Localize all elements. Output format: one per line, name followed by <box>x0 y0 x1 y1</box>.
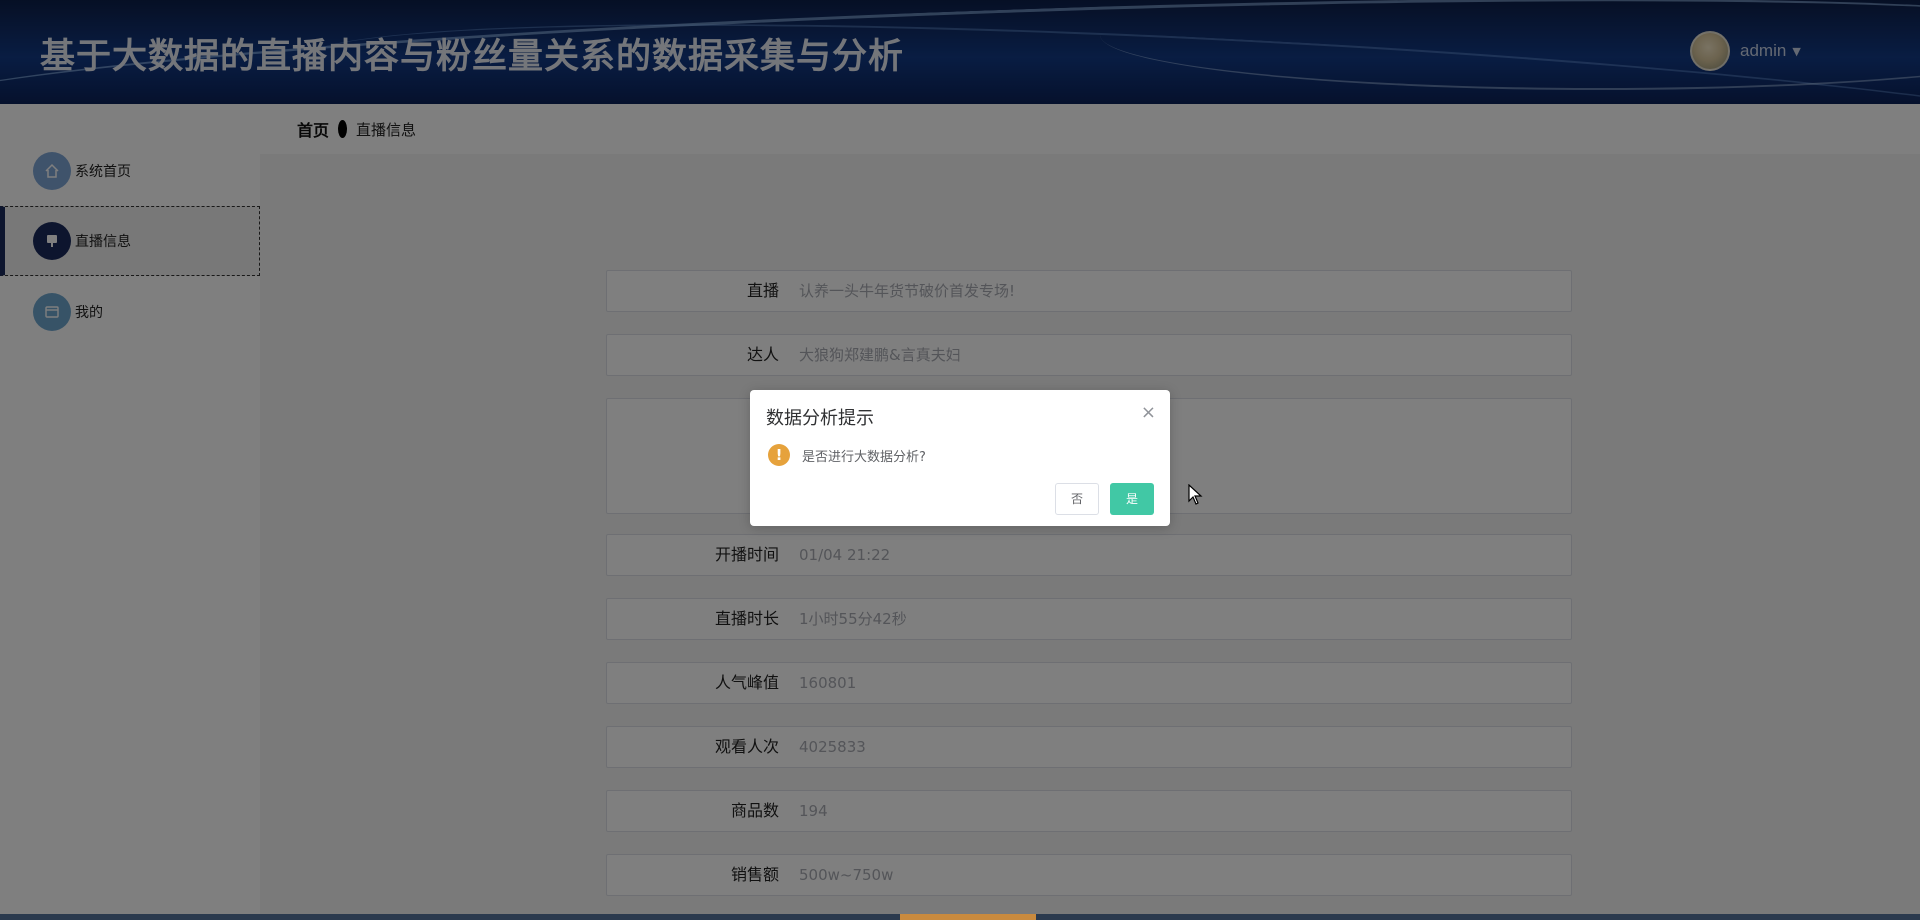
bottom-bar-highlight <box>900 914 1036 920</box>
mouse-cursor-icon <box>1188 484 1203 505</box>
analysis-dialog: 数据分析提示 × ! 是否进行大数据分析? 否 是 <box>750 390 1170 526</box>
confirm-button[interactable]: 是 <box>1110 483 1154 515</box>
cancel-button[interactable]: 否 <box>1055 483 1099 515</box>
dialog-message: 是否进行大数据分析? <box>802 450 926 465</box>
close-icon[interactable]: × <box>1141 402 1156 423</box>
dialog-title: 数据分析提示 <box>766 408 874 429</box>
warning-icon: ! <box>768 444 790 466</box>
bottom-bar <box>0 914 1920 920</box>
